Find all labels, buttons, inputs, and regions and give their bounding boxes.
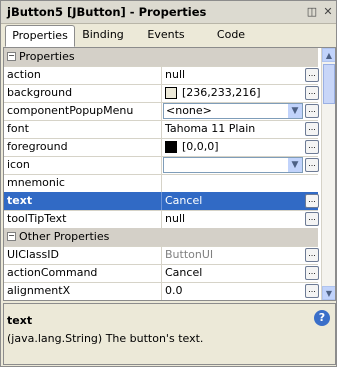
property-value[interactable]: [0,0,0] bbox=[182, 140, 219, 153]
column-divider bbox=[161, 66, 162, 84]
property-value[interactable]: null bbox=[165, 212, 185, 225]
column-divider bbox=[161, 102, 162, 120]
category-properties[interactable]: − Properties bbox=[4, 48, 318, 67]
property-row-background[interactable]: background [236,233,216] ... bbox=[4, 84, 319, 103]
chevron-down-icon[interactable]: ▼ bbox=[288, 104, 302, 118]
property-row-alignmentX[interactable]: alignmentX 0.0 ... bbox=[4, 282, 319, 300]
ellipsis-button[interactable]: ... bbox=[305, 248, 319, 262]
ellipsis-button[interactable]: ... bbox=[305, 104, 319, 118]
column-divider bbox=[161, 84, 162, 102]
property-name: toolTipText bbox=[7, 212, 67, 225]
property-name: actionCommand bbox=[7, 266, 98, 279]
property-row-font[interactable]: font Tahoma 11 Plain ... bbox=[4, 120, 319, 139]
category-label: Other Properties bbox=[19, 230, 110, 243]
property-name: text bbox=[7, 194, 33, 207]
description-text: (java.lang.String) The button's text. bbox=[7, 332, 204, 345]
property-value[interactable]: Cancel bbox=[165, 194, 202, 207]
property-value[interactable]: 0.0 bbox=[165, 284, 183, 297]
property-row-text[interactable]: text Cancel ... bbox=[4, 192, 319, 211]
properties-window: jButton5 [JButton] - Properties ◫ ✕ Prop… bbox=[0, 0, 337, 367]
category-label: Properties bbox=[19, 50, 75, 63]
pin-icon[interactable]: ◫ bbox=[305, 5, 319, 19]
tab-binding[interactable]: Binding bbox=[75, 25, 131, 45]
property-row-toolTipText[interactable]: toolTipText null ... bbox=[4, 210, 319, 229]
ellipsis-button[interactable]: ... bbox=[305, 158, 319, 172]
property-row-icon[interactable]: icon ▼ ... bbox=[4, 156, 319, 175]
property-row-foreground[interactable]: foreground [0,0,0] ... bbox=[4, 138, 319, 157]
property-name: UIClassID bbox=[7, 248, 59, 261]
column-divider bbox=[161, 192, 162, 210]
property-name: foreground bbox=[7, 140, 68, 153]
combobox-value: <none> bbox=[166, 104, 212, 117]
help-icon[interactable]: ? bbox=[314, 310, 330, 326]
ellipsis-button[interactable]: ... bbox=[305, 266, 319, 280]
title-bar: jButton5 [JButton] - Properties ◫ ✕ bbox=[1, 1, 336, 24]
category-other-properties[interactable]: − Other Properties bbox=[4, 228, 318, 247]
property-name: alignmentX bbox=[7, 284, 71, 297]
window-title: jButton5 [JButton] - Properties bbox=[7, 5, 207, 19]
property-value[interactable]: [236,233,216] bbox=[182, 86, 261, 99]
property-value: ButtonUI bbox=[165, 248, 214, 261]
vertical-scrollbar[interactable]: ▲ ▼ bbox=[321, 48, 335, 300]
ellipsis-button[interactable]: ... bbox=[305, 122, 319, 136]
ellipsis-button[interactable]: ... bbox=[305, 212, 319, 226]
description-title: text bbox=[7, 314, 33, 327]
column-divider bbox=[161, 282, 162, 300]
property-row-componentPopupMenu[interactable]: componentPopupMenu <none> ▼ ... bbox=[4, 102, 319, 121]
property-row-UIClassID[interactable]: UIClassID ButtonUI ... bbox=[4, 246, 319, 265]
tab-events[interactable]: Events bbox=[138, 25, 194, 45]
ellipsis-button[interactable]: ... bbox=[305, 284, 319, 298]
column-divider bbox=[161, 138, 162, 156]
ellipsis-button[interactable]: ... bbox=[305, 194, 319, 208]
property-row-action[interactable]: action null ... bbox=[4, 66, 319, 85]
property-name: componentPopupMenu bbox=[7, 104, 134, 117]
property-row-actionCommand[interactable]: actionCommand Cancel ... bbox=[4, 264, 319, 283]
color-swatch bbox=[165, 141, 177, 153]
chevron-down-icon[interactable]: ▼ bbox=[288, 158, 302, 172]
popup-menu-combobox[interactable]: <none> ▼ bbox=[163, 103, 303, 119]
tab-code[interactable]: Code bbox=[205, 25, 257, 45]
property-name: font bbox=[7, 122, 29, 135]
ellipsis-button[interactable]: ... bbox=[305, 86, 319, 100]
close-icon[interactable]: ✕ bbox=[321, 5, 335, 19]
collapse-icon[interactable]: − bbox=[7, 52, 16, 61]
property-value[interactable]: Tahoma 11 Plain bbox=[165, 122, 255, 135]
collapse-icon[interactable]: − bbox=[7, 232, 16, 241]
description-panel: text (java.lang.String) The button's tex… bbox=[3, 303, 336, 365]
column-divider bbox=[161, 174, 162, 192]
property-row-mnemonic[interactable]: mnemonic bbox=[4, 174, 318, 193]
column-divider bbox=[161, 264, 162, 282]
scroll-down-icon[interactable]: ▼ bbox=[322, 286, 335, 300]
property-name: icon bbox=[7, 158, 30, 171]
column-divider bbox=[161, 156, 162, 174]
scroll-thumb[interactable] bbox=[323, 64, 335, 104]
tab-properties[interactable]: Properties bbox=[5, 25, 75, 47]
property-value[interactable]: Cancel bbox=[165, 266, 202, 279]
ellipsis-button[interactable]: ... bbox=[305, 68, 319, 82]
icon-combobox[interactable]: ▼ bbox=[163, 157, 303, 173]
tab-strip: Properties Binding Events Code bbox=[5, 25, 335, 47]
property-value[interactable]: null bbox=[165, 68, 185, 81]
column-divider bbox=[161, 246, 162, 264]
column-divider bbox=[161, 120, 162, 138]
property-name: mnemonic bbox=[7, 176, 65, 189]
property-sheet: − Properties action null ... background … bbox=[3, 47, 336, 301]
scroll-up-icon[interactable]: ▲ bbox=[322, 48, 335, 62]
column-divider bbox=[161, 210, 162, 228]
property-name: background bbox=[7, 86, 73, 99]
color-swatch bbox=[165, 87, 177, 99]
property-name: action bbox=[7, 68, 41, 81]
ellipsis-button[interactable]: ... bbox=[305, 140, 319, 154]
